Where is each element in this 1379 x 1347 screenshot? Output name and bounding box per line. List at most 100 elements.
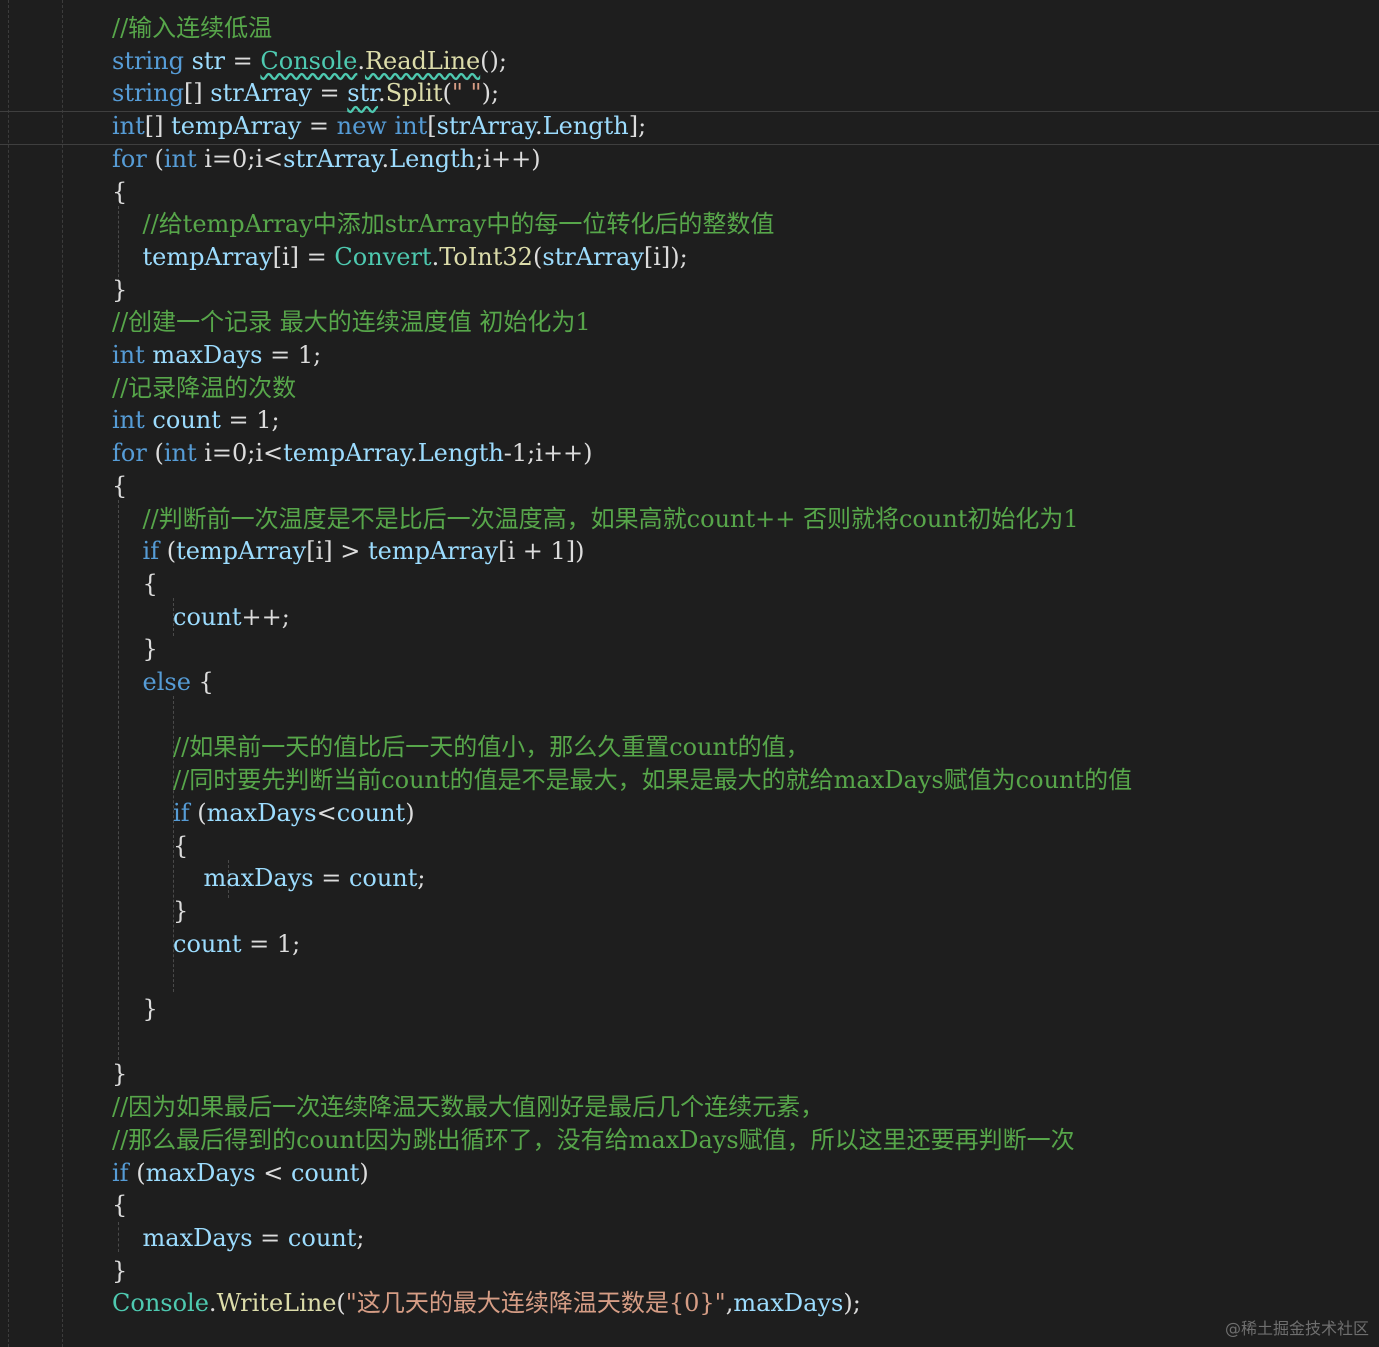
code-line[interactable]: { [112, 1189, 127, 1221]
comment-token: //给tempArray中添加strArray中的每一位转化后的整数值 [142, 210, 775, 239]
code-token: { [112, 471, 128, 500]
code-token: { [190, 668, 214, 696]
identifier-token: Length [417, 439, 504, 468]
code-line[interactable]: maxDays = count; [112, 862, 426, 894]
type-token: Convert [334, 242, 432, 271]
code-line[interactable]: //记录降温的次数 [112, 372, 296, 404]
code-line[interactable]: maxDays = count; [112, 1222, 365, 1254]
keyword-token: string [112, 46, 184, 75]
code-line[interactable]: } [112, 633, 158, 665]
code-token: [ [427, 112, 437, 141]
code-line[interactable]: count = 1; [112, 928, 300, 960]
code-token: . [208, 1289, 217, 1318]
code-line[interactable]: if (tempArray[i] > tempArray[i + 1]) [112, 535, 585, 567]
code-line[interactable]: //判断前一次温度是不是比后一次温度高，如果高就count++ 否则就将coun… [112, 503, 1079, 535]
code-line[interactable]: { [112, 176, 127, 208]
identifier-token: maxDays [152, 341, 263, 369]
code-token: i=0;i< [196, 144, 284, 173]
code-line[interactable]: { [112, 568, 158, 600]
identifier-token: count [173, 929, 242, 958]
code-line[interactable]: Console.WriteLine("这几天的最大连续降温天数是{0}",max… [112, 1287, 861, 1319]
code-line[interactable]: //如果前一天的值比后一天的值小，那么久重置count的值， [112, 731, 810, 763]
code-line[interactable]: int count = 1; [112, 404, 280, 436]
keyword-token: int [112, 341, 145, 369]
code-token: . [378, 79, 386, 108]
code-line[interactable]: } [112, 993, 158, 1025]
keyword-token: int [112, 112, 145, 141]
keyword-token: if [173, 798, 190, 827]
code-token: < [316, 798, 337, 827]
identifier-token: tempArray [142, 242, 273, 271]
method-token: ToInt32 [439, 242, 533, 271]
code-line[interactable]: { [112, 830, 188, 862]
code-line[interactable]: } [112, 1058, 127, 1090]
code-line[interactable]: int[] tempArray = new int[strArray.Lengt… [112, 110, 646, 142]
code-token: ( [442, 79, 452, 108]
method-token: ReadLine [364, 46, 481, 75]
string-token: " " [451, 79, 482, 108]
code-line[interactable]: //那么最后得到的count因为跳出循环了，没有给maxDays赋值，所以这里还… [112, 1124, 1075, 1156]
comment-token: //记录降温的次数 [112, 373, 297, 402]
code-token: } [112, 275, 128, 304]
code-token: [] [144, 112, 172, 141]
code-editor[interactable]: //输入连续低温 string str = Console.ReadLine();… [0, 0, 1379, 1347]
identifier-token: count [173, 602, 242, 631]
code-line[interactable]: //输入连续低温 [112, 12, 272, 44]
code-line[interactable]: //创建一个记录 最大的连续温度值 初始化为1 [112, 306, 591, 338]
identifier-token: tempArray [171, 112, 302, 141]
comment-token: //输入连续低温 [112, 14, 273, 42]
code-token: = 1; [262, 341, 322, 369]
code-token: = 1; [241, 929, 301, 958]
code-line[interactable]: { [112, 470, 127, 502]
code-token: } [112, 995, 158, 1023]
code-token: < [255, 1158, 291, 1187]
code-line[interactable]: tempArray[i] = Convert.ToInt32(strArray[… [112, 241, 688, 273]
code-line[interactable]: if (maxDays<count) [112, 797, 415, 829]
keyword-token: if [142, 537, 160, 566]
code-token: [i + 1]) [498, 537, 585, 566]
code-line[interactable]: //给tempArray中添加strArray中的每一位转化后的整数值 [112, 208, 775, 240]
code-line[interactable]: //因为如果最后一次连续降温天数最大值刚好是最后几个连续元素， [112, 1091, 824, 1123]
code-line[interactable]: string str = Console.ReadLine(); [112, 45, 507, 77]
code-line[interactable]: int maxDays = 1; [112, 339, 321, 371]
identifier-token: count [152, 406, 221, 435]
code-token: ); [843, 1289, 861, 1318]
code-token: = [311, 79, 348, 108]
comment-token: //同时要先判断当前count的值是不是最大，如果是最大的就给maxDays赋值… [173, 766, 1133, 795]
code-line[interactable]: else { [112, 666, 214, 698]
code-line[interactable]: count++; [112, 601, 290, 633]
keyword-token: int [112, 406, 145, 435]
code-line[interactable]: if (maxDays < count) [112, 1157, 369, 1189]
identifier-token: Length [389, 144, 476, 173]
code-line[interactable]: string[] strArray = str.Split(" "); [112, 77, 499, 109]
method-token: WriteLine [216, 1289, 337, 1318]
code-token: { [112, 569, 158, 598]
code-token: = [225, 46, 261, 75]
keyword-token: string [112, 79, 184, 108]
identifier-token: str [347, 79, 379, 108]
code-token: [i] > [306, 537, 368, 566]
code-token: [i]); [643, 242, 688, 271]
code-line[interactable]: for (int i=0;i<strArray.Length;i++) [112, 143, 541, 175]
code-token: ( [532, 242, 543, 271]
code-line[interactable]: } [112, 1255, 127, 1287]
code-token: } [112, 896, 189, 925]
code-line[interactable]: for (int i=0;i<tempArray.Length-1;i++) [112, 437, 593, 469]
comment-token: //那么最后得到的count因为跳出循环了，没有给maxDays赋值，所以这里还… [112, 1125, 1075, 1154]
code-line[interactable]: } [112, 274, 127, 306]
identifier-token: tempArray [176, 537, 307, 566]
code-token: ]; [628, 112, 647, 141]
code-token: = [301, 112, 337, 141]
code-token: ) [359, 1158, 369, 1187]
code-line[interactable]: } [112, 895, 188, 927]
code-line[interactable]: //同时要先判断当前count的值是不是最大，如果是最大的就给maxDays赋值… [112, 764, 1132, 796]
code-token: . [410, 439, 418, 468]
string-token: "这几天的最大连续降温天数是{0}" [345, 1289, 726, 1318]
code-token: i=0;i< [196, 439, 284, 468]
keyword-token: else [142, 668, 191, 696]
